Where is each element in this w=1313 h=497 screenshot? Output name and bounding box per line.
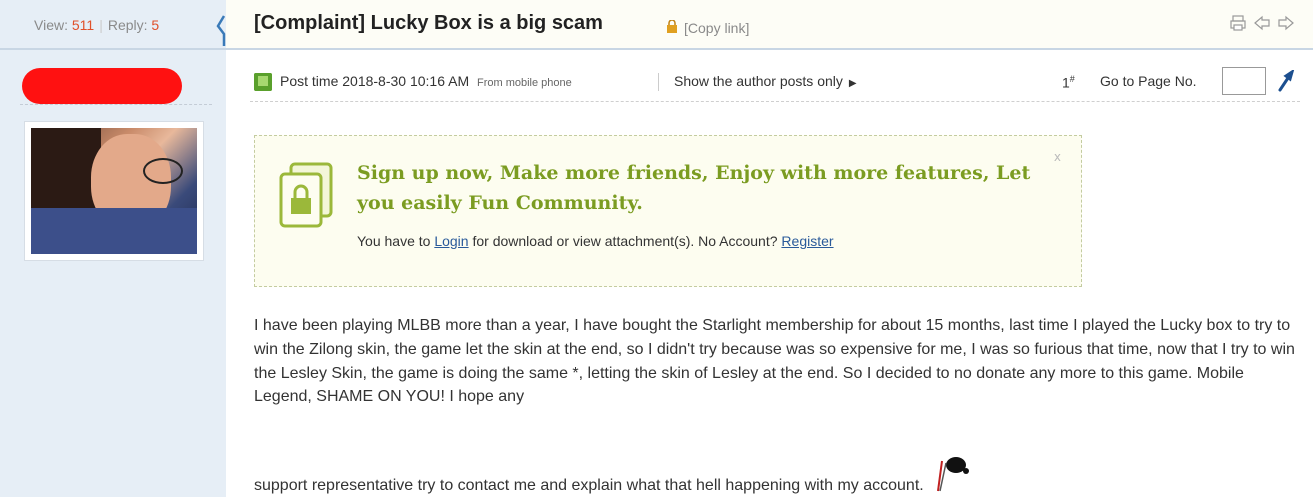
angry-emoji-icon	[937, 457, 970, 492]
floor-suffix: #	[1069, 74, 1075, 84]
meta-divider	[658, 73, 659, 91]
post-body-last: support representative try to contact me…	[254, 477, 924, 494]
signup-text: You have to Login for download or view a…	[357, 233, 834, 249]
print-icon[interactable]	[1229, 14, 1247, 32]
reply-count: 5	[151, 17, 160, 33]
go-icon[interactable]	[1276, 70, 1296, 92]
thread-tools	[1229, 14, 1295, 32]
thread-header: [Complaint] Lucky Box is a big scam [Cop…	[226, 0, 1313, 50]
goto-label: Go to Page No.	[1100, 73, 1197, 89]
copy-link[interactable]: [Copy link]	[684, 20, 749, 36]
view-count: 511	[71, 17, 95, 33]
login-link[interactable]: Login	[434, 233, 468, 249]
lock-icon	[667, 20, 677, 33]
signup-text-prefix: You have to	[357, 233, 435, 249]
register-link[interactable]: Register	[781, 233, 833, 249]
floor-number: 1#	[1062, 74, 1075, 91]
post-source: From mobile phone	[477, 77, 572, 89]
mobile-phone-icon	[254, 73, 272, 91]
signup-title: Sign up now, Make more friends, Enjoy wi…	[357, 162, 1031, 214]
view-label: View:	[34, 17, 68, 33]
floor-value: 1	[1062, 74, 1070, 91]
avatar-image	[31, 128, 197, 254]
author-sidebar: View: 511 | Reply: 5	[0, 0, 226, 497]
prev-arrow-icon[interactable]	[1253, 14, 1271, 32]
divider	[20, 104, 212, 105]
page-number-input[interactable]	[1222, 67, 1266, 95]
triangle-right-icon: ▶	[848, 78, 857, 89]
thread-title: [Complaint] Lucky Box is a big scam	[254, 12, 603, 34]
signup-text-middle: for download or view attachment(s). No A…	[468, 233, 782, 249]
post-time-text: Post time 2018-8-30 10:16 AM	[280, 73, 470, 89]
avatar[interactable]	[24, 121, 204, 261]
stats-divider: |	[99, 17, 103, 33]
reply-label: Reply:	[107, 17, 148, 33]
author-name-redacted[interactable]	[22, 68, 182, 104]
next-arrow-icon[interactable]	[1277, 14, 1295, 32]
lock-document-icon	[279, 162, 333, 228]
author-only-link[interactable]: Show the author posts only ▶	[674, 73, 857, 89]
author-only-label: Show the author posts only	[674, 73, 843, 89]
post-body: I have been playing MLBB more than a yea…	[254, 317, 1295, 406]
thread-stats: View: 511 | Reply: 5	[0, 0, 226, 50]
signup-prompt: Sign up now, Make more friends, Enjoy wi…	[254, 135, 1082, 287]
stats-text: View: 511 | Reply: 5	[34, 17, 159, 33]
post-time: Post time 2018-8-30 10:16 AM From mobile…	[280, 73, 572, 89]
close-icon[interactable]: x	[1054, 150, 1061, 164]
post-body-last-line: support representative try to contact me…	[254, 451, 1304, 495]
post-meta: Post time 2018-8-30 10:16 AM From mobile…	[250, 62, 1300, 102]
